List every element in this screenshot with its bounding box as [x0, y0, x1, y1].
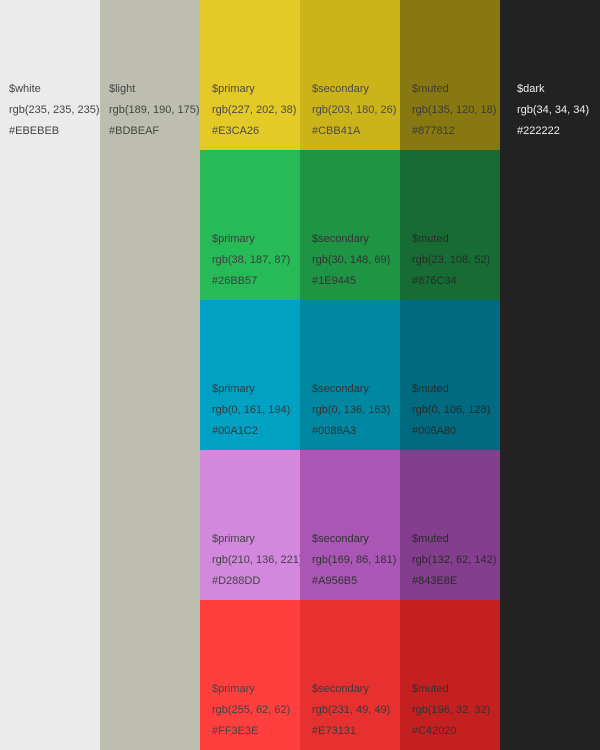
swatch-hex: #EBEBEB [9, 125, 60, 137]
swatch-hex: #843E8E [412, 575, 458, 587]
swatch-hex: #26BB57 [212, 275, 258, 287]
swatch-name: $muted [412, 83, 449, 95]
swatch-rgb: rgb(0, 136, 163) [312, 404, 391, 416]
swatch-hex: #A956B5 [312, 575, 358, 587]
swatch-secondary: $secondary rgb(169, 86, 181) #A956B5 [300, 450, 400, 600]
swatch-rgb: rgb(135, 120, 18) [412, 104, 497, 116]
swatch-name: $primary [212, 233, 255, 245]
color-palette: $white rgb(235, 235, 235) #EBEBEB $light… [0, 0, 600, 750]
swatch-name: $dark [517, 83, 545, 95]
swatch-label: $muted rgb(132, 62, 142) #843E8E [412, 529, 496, 592]
swatch-name: $secondary [312, 233, 369, 245]
swatch-muted: $muted rgb(132, 62, 142) #843E8E [400, 450, 500, 600]
swatch-hex: #C42020 [412, 725, 457, 737]
swatch-secondary: $secondary rgb(231, 49, 49) #E73131 [300, 600, 400, 750]
swatch-rgb: rgb(231, 49, 49) [312, 704, 391, 716]
swatch-rgb: rgb(203, 180, 26) [312, 104, 397, 116]
swatch-name: $light [109, 83, 136, 95]
swatch-hex: #BDBEAF [109, 125, 160, 137]
swatch-rgb: rgb(0, 161, 194) [212, 404, 291, 416]
swatch-name: $white [9, 83, 41, 95]
swatch-name: $primary [212, 383, 255, 395]
swatch-name: $muted [412, 683, 449, 695]
swatch-rgb: rgb(189, 190, 175) [109, 104, 200, 116]
swatch-hex: #E73131 [312, 725, 357, 737]
swatch-hex: #00A1C2 [212, 425, 258, 437]
swatch-rgb: rgb(38, 187, 87) [212, 254, 291, 266]
swatch-light: $light rgb(189, 190, 175) #BDBEAF [100, 0, 200, 750]
swatch-hex: #1E9445 [312, 275, 357, 287]
swatch-label: $dark rgb(34, 34, 34) #222222 [517, 79, 589, 142]
swatch-rgb: rgb(34, 34, 34) [517, 104, 590, 116]
swatch-hex: #D288DD [212, 575, 261, 587]
swatch-hex: #CBB41A [312, 125, 361, 137]
swatch-label: $secondary rgb(203, 180, 26) #CBB41A [312, 79, 396, 142]
swatch-label: $light rgb(189, 190, 175) #BDBEAF [109, 79, 200, 142]
swatch-secondary: $secondary rgb(30, 148, 69) #1E9445 [300, 150, 400, 300]
swatch-name: $primary [212, 533, 255, 545]
swatch-hex: #006A80 [412, 425, 457, 437]
swatch-rgb: rgb(196, 32, 32) [412, 704, 491, 716]
swatch-label: $white rgb(235, 235, 235) #EBEBEB [9, 79, 100, 142]
swatch-primary: $primary rgb(255, 62, 62) #FF3E3E [200, 600, 300, 750]
swatch-name: $muted [412, 233, 449, 245]
swatch-name: $secondary [312, 683, 369, 695]
swatch-name: $muted [412, 533, 449, 545]
swatch-name: $secondary [312, 83, 369, 95]
swatch-rgb: rgb(227, 202, 38) [212, 104, 297, 116]
swatch-label: $secondary rgb(30, 148, 69) #1E9445 [312, 229, 390, 292]
swatch-secondary: $secondary rgb(203, 180, 26) #CBB41A [300, 0, 400, 150]
swatch-rgb: rgb(0, 106, 128) [412, 404, 491, 416]
swatch-primary: $primary rgb(210, 136, 221) #D288DD [200, 450, 303, 600]
swatch-primary: $primary rgb(0, 161, 194) #00A1C2 [200, 300, 300, 450]
swatch-label: $muted rgb(0, 106, 128) #006A80 [412, 379, 490, 442]
swatch-rgb: rgb(132, 62, 142) [412, 554, 497, 566]
swatch-label: $muted rgb(23, 108, 52) #876C34 [412, 229, 490, 292]
swatch-name: $muted [412, 383, 449, 395]
swatch-hex: #222222 [517, 125, 560, 137]
swatch-label: $secondary rgb(169, 86, 181) #A956B5 [312, 529, 396, 592]
swatch-label: $secondary rgb(0, 136, 163) #0088A3 [312, 379, 390, 442]
swatch-label: $primary rgb(255, 62, 62) #FF3E3E [212, 679, 290, 742]
swatch-name: $primary [212, 683, 255, 695]
swatch-rgb: rgb(210, 136, 221) [212, 554, 303, 566]
swatch-secondary: $secondary rgb(0, 136, 163) #0088A3 [300, 300, 400, 450]
swatch-label: $primary rgb(0, 161, 194) #00A1C2 [212, 379, 290, 442]
swatch-hex: #E3CA26 [212, 125, 260, 137]
swatch-label: $secondary rgb(231, 49, 49) #E73131 [312, 679, 390, 742]
swatch-label: $muted rgb(196, 32, 32) #C42020 [412, 679, 490, 742]
swatch-rgb: rgb(30, 148, 69) [312, 254, 391, 266]
swatch-muted: $muted rgb(135, 120, 18) #877812 [400, 0, 500, 150]
swatch-rgb: rgb(255, 62, 62) [212, 704, 291, 716]
swatch-dark: $dark rgb(34, 34, 34) #222222 [500, 0, 600, 750]
swatch-hex: #FF3E3E [212, 725, 259, 737]
swatch-muted: $muted rgb(196, 32, 32) #C42020 [400, 600, 500, 750]
swatch-name: $secondary [312, 533, 369, 545]
swatch-grid: $primary rgb(227, 202, 38) #E3CA26 $seconda… [200, 0, 500, 750]
swatch-white: $white rgb(235, 235, 235) #EBEBEB [0, 0, 100, 750]
swatch-primary: $primary rgb(38, 187, 87) #26BB57 [200, 150, 300, 300]
swatch-label: $muted rgb(135, 120, 18) #877812 [412, 79, 496, 142]
swatch-muted: $muted rgb(0, 106, 128) #006A80 [400, 300, 500, 450]
swatch-name: $primary [212, 83, 255, 95]
swatch-hex: #877812 [412, 125, 455, 137]
swatch-primary: $primary rgb(227, 202, 38) #E3CA26 [200, 0, 300, 150]
swatch-hex: #876C34 [412, 275, 457, 287]
swatch-hex: #0088A3 [312, 425, 357, 437]
swatch-label: $primary rgb(210, 136, 221) #D288DD [212, 529, 303, 592]
swatch-rgb: rgb(235, 235, 235) [9, 104, 100, 116]
swatch-rgb: rgb(23, 108, 52) [412, 254, 491, 266]
swatch-label: $primary rgb(227, 202, 38) #E3CA26 [212, 79, 296, 142]
swatch-name: $secondary [312, 383, 369, 395]
swatch-muted: $muted rgb(23, 108, 52) #876C34 [400, 150, 500, 300]
swatch-label: $primary rgb(38, 187, 87) #26BB57 [212, 229, 290, 292]
swatch-rgb: rgb(169, 86, 181) [312, 554, 397, 566]
